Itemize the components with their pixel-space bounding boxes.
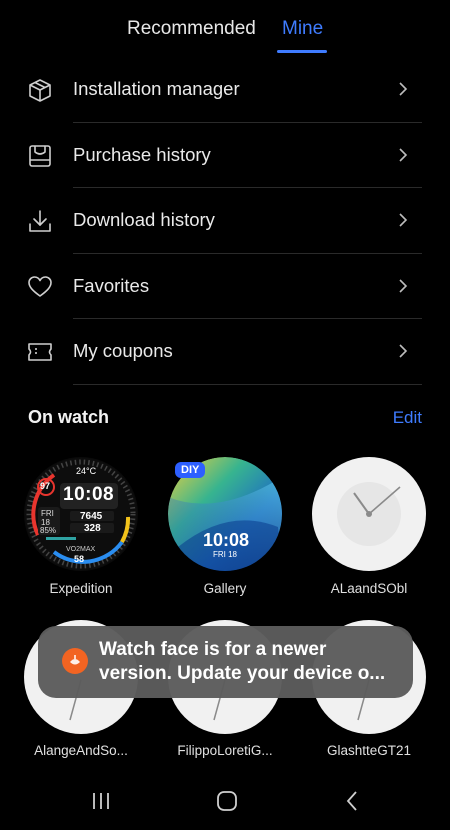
watch-face-label: GlashtteGT21 (326, 743, 412, 758)
expedition-vo2-value: 58 (74, 554, 85, 564)
box-download-icon (29, 79, 51, 102)
expedition-vo2-label: VO2MAX (66, 546, 96, 553)
watch-face-label: FilippoLoretiG... (177, 743, 273, 758)
expedition-time: 10:08 (63, 484, 115, 505)
chevron-right-icon (399, 278, 408, 293)
expedition-temperature: 24°C (76, 466, 97, 476)
menu-item-installation-manager[interactable]: Installation manager (0, 57, 450, 123)
expedition-battery: 97 (40, 481, 51, 491)
menu-item-label: Favorites (73, 274, 150, 296)
analog-hands (353, 486, 401, 517)
watch-store-app-icon (62, 648, 88, 674)
chevron-right-icon (399, 213, 408, 227)
chevron-right-icon (399, 82, 408, 96)
menu-item-purchase-history[interactable]: Purchase history (0, 123, 450, 188)
watch-face-label: Gallery (203, 581, 247, 596)
menu-item-favorites[interactable]: Favorites (0, 254, 450, 319)
back-icon[interactable] (340, 788, 366, 814)
watch-face-expedition[interactable]: 97 24°C 10:08 FRI 18 85% 7645 328 VO2MAX… (24, 457, 138, 571)
menu-item-label: My coupons (73, 340, 173, 361)
system-nav-bar (0, 770, 450, 830)
tab-active-indicator (277, 50, 327, 53)
expedition-steps: 7645 (80, 511, 103, 522)
watch-face-label: AlangeAndSo... (34, 743, 128, 758)
menu-item-label: Download history (73, 209, 215, 230)
bag-icon (29, 144, 51, 167)
diy-badge: DIY (175, 462, 206, 478)
gallery-time: 10:08 (203, 530, 250, 550)
download-icon (29, 210, 51, 232)
chevron-right-icon (399, 147, 408, 162)
coupon-icon (28, 343, 52, 361)
menu-item-label: Installation manager (73, 78, 240, 99)
recent-apps-icon[interactable] (88, 788, 114, 814)
edit-button[interactable]: Edit (393, 408, 422, 428)
divider (73, 383, 422, 385)
home-icon[interactable] (214, 788, 240, 814)
mine-menu-list: Installation manager Purchase history Do… (0, 57, 450, 385)
menu-item-label: Purchase history (73, 143, 211, 165)
toast-text: Watch face is for a newer version. Updat… (99, 639, 386, 684)
expedition-heart-rate: 328 (84, 523, 101, 534)
gallery-date: FRI 18 (213, 550, 238, 559)
watch-face-label: Expedition (49, 581, 113, 596)
menu-item-download-history[interactable]: Download history (0, 188, 450, 254)
tab-bar: Recommended Mine (0, 0, 450, 60)
menu-item-my-coupons[interactable]: My coupons (0, 319, 450, 385)
toast-message: Watch face is for a newer version. Updat… (38, 626, 413, 698)
watch-face-alaandsobl[interactable] (312, 457, 426, 571)
expedition-day: FRI (41, 509, 54, 518)
expedition-humidity: 85% (40, 526, 57, 535)
heart-icon (28, 275, 52, 297)
tab-mine[interactable]: Mine (282, 18, 323, 40)
chevron-right-icon (399, 344, 408, 358)
tab-recommended[interactable]: Recommended (127, 18, 256, 40)
section-title-on-watch: On watch (28, 407, 110, 427)
watch-face-label: ALaandSObl (330, 581, 408, 596)
